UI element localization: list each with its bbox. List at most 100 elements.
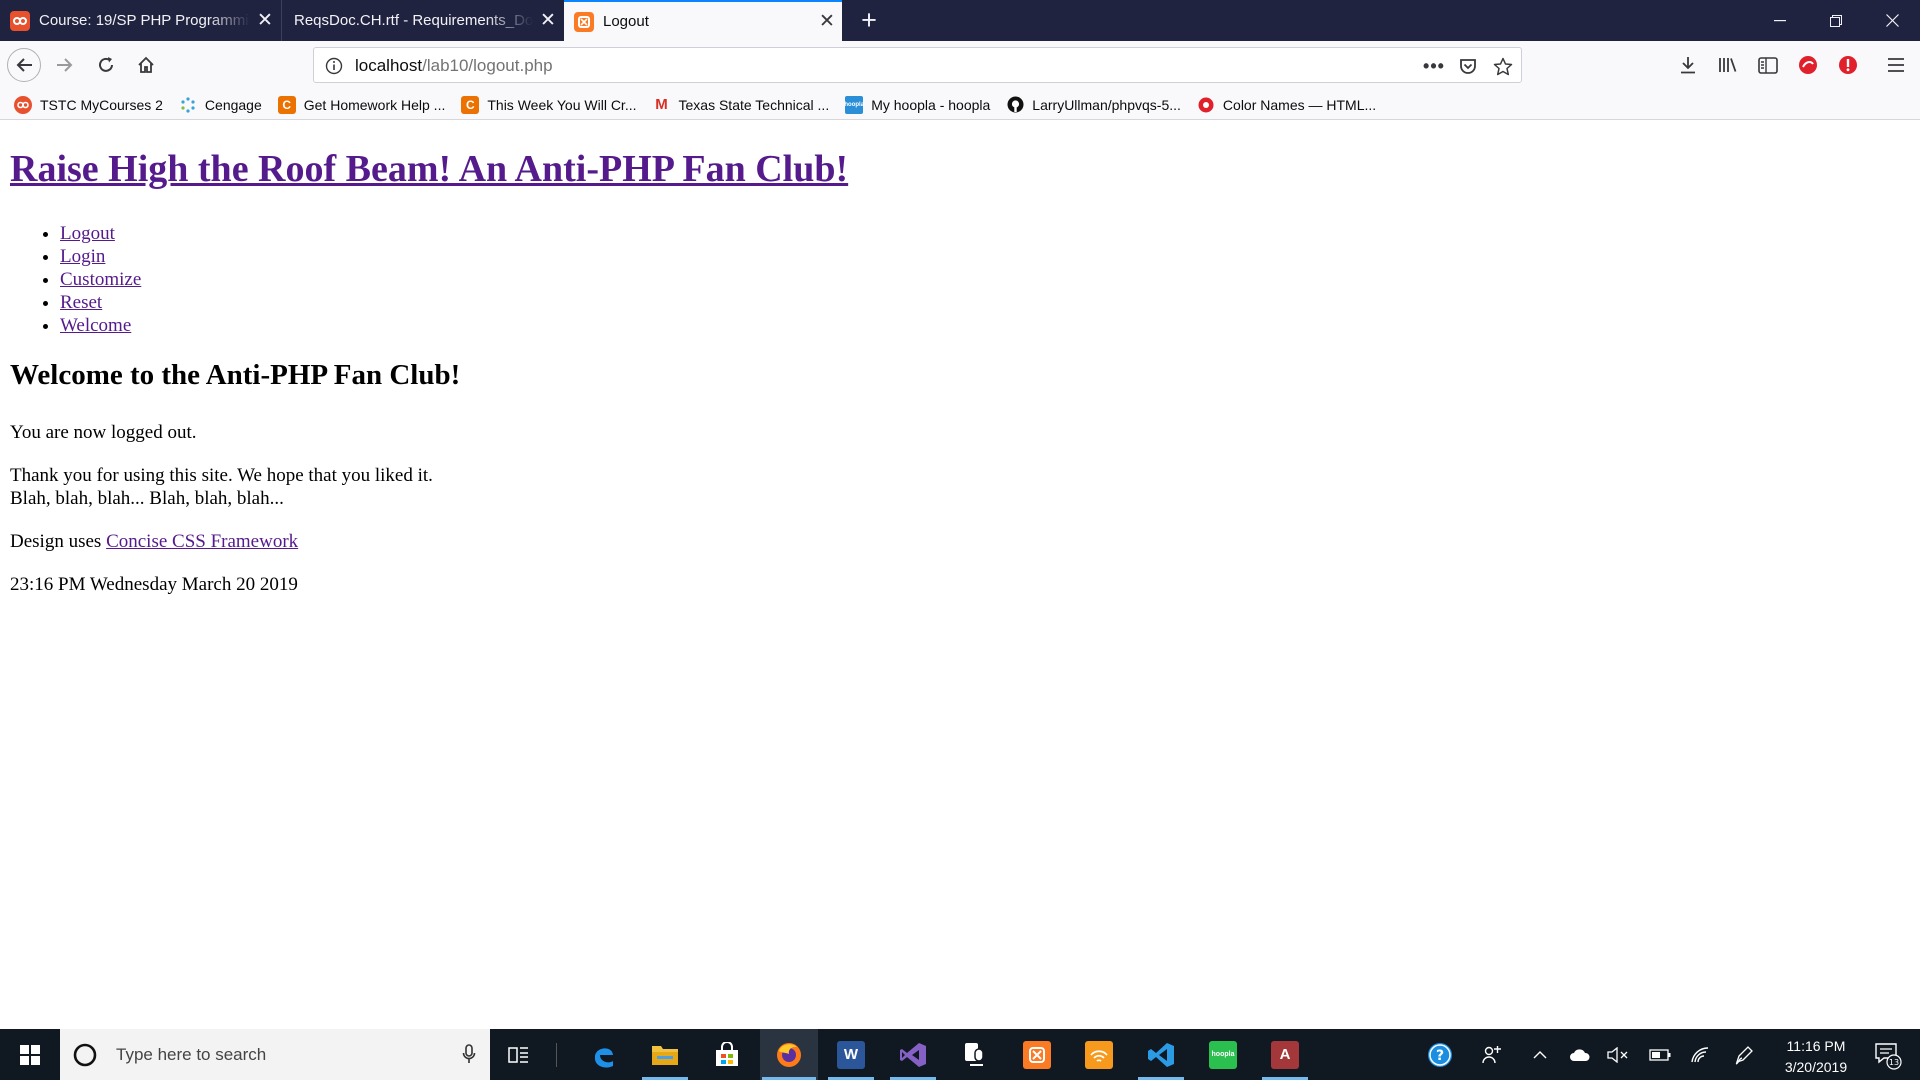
firefox-icon[interactable] — [760, 1029, 818, 1080]
chegg-icon: C — [277, 95, 296, 114]
site-info-icon[interactable] — [321, 53, 347, 79]
bookmark-gmail[interactable]: M Texas State Technical ... — [653, 96, 829, 114]
color-names-icon — [1197, 96, 1215, 114]
people-icon[interactable] — [1474, 1029, 1510, 1080]
task-view-icon[interactable] — [490, 1029, 548, 1080]
restore-icon[interactable] — [1808, 0, 1864, 41]
site-title-link[interactable]: Raise High the Roof Beam! An Anti-PHP Fa… — [10, 147, 848, 191]
menu-icon[interactable] — [1879, 48, 1913, 82]
design-credit-prefix: Design uses — [10, 531, 107, 552]
url-text[interactable]: localhost/lab10/logout.php — [355, 56, 553, 76]
library-icon[interactable] — [1711, 48, 1745, 82]
home-button[interactable] — [129, 48, 163, 82]
forward-button[interactable] — [48, 48, 82, 82]
taskbar-search-input[interactable]: Type here to search — [60, 1029, 490, 1080]
tab-reqsdoc[interactable]: ReqsDoc.CH.rtf - Requirements_Do ✕ — [281, 0, 563, 41]
file-explorer-icon[interactable] — [636, 1029, 694, 1080]
store-icon[interactable] — [698, 1029, 756, 1080]
url-path: /lab10/logout.php — [422, 56, 553, 75]
chevron-up-icon[interactable] — [1522, 1029, 1558, 1080]
bookmark-github[interactable]: LarryUllman/phpvqs-5... — [1006, 96, 1181, 114]
cengage-icon — [179, 96, 197, 114]
close-tab-icon[interactable]: ✕ — [812, 10, 842, 33]
bookmark-hoopla[interactable]: hoopla My hoopla - hoopla — [844, 95, 991, 114]
url-bar[interactable]: localhost/lab10/logout.php ••• — [313, 47, 1522, 83]
nav-item-login: Login — [60, 245, 141, 268]
audible-icon[interactable] — [1070, 1029, 1128, 1080]
bookmark-star-icon[interactable] — [1490, 53, 1516, 79]
pen-icon[interactable] — [1726, 1029, 1762, 1080]
page-content: Raise High the Roof Beam! An Anti-PHP Fa… — [0, 121, 1920, 1029]
nav-item-logout: Logout — [60, 222, 141, 245]
hoopla-icon: hoopla — [844, 95, 864, 114]
timestamp: 23:16 PM Wednesday March 20 2019 — [10, 574, 298, 595]
taskbar-separator — [556, 1043, 557, 1067]
system-clock[interactable]: 11:16 PM 3/20/2019 — [1762, 1036, 1870, 1078]
tab-title: ReqsDoc.CH.rtf - Requirements_Do — [294, 12, 533, 29]
help-icon[interactable]: ? — [1420, 1029, 1460, 1080]
microphone-icon[interactable] — [462, 1044, 476, 1069]
tab-logout[interactable]: Logout ✕ — [564, 0, 842, 41]
bookmark-label: My hoopla - hoopla — [871, 96, 991, 113]
thanks-line-1: Thank you for using this site. We hope t… — [10, 465, 433, 486]
cortana-icon — [72, 1042, 98, 1068]
bookmark-cengage[interactable]: Cengage — [179, 96, 262, 114]
bookmark-chegg-homework[interactable]: C Get Homework Help ... — [277, 95, 445, 114]
clock-date: 3/20/2019 — [1784, 1059, 1848, 1075]
bookmark-label: This Week You Will Cr... — [487, 96, 637, 113]
nav-link-customize[interactable]: Customize — [60, 269, 141, 290]
nav-item-welcome: Welcome — [60, 314, 141, 337]
search-placeholder: Type here to search — [116, 1044, 267, 1064]
downloads-icon[interactable] — [1671, 48, 1705, 82]
page-heading: Welcome to the Anti-PHP Fan Club! — [10, 359, 461, 391]
chegg-icon: C — [461, 95, 480, 114]
battery-icon[interactable] — [1642, 1029, 1678, 1080]
bookmark-chegg-week[interactable]: C This Week You Will Cr... — [461, 95, 637, 114]
windows-start-icon[interactable] — [0, 1029, 60, 1080]
tstc-icon — [14, 95, 32, 114]
extension-red-icon[interactable] — [1791, 48, 1825, 82]
access-icon[interactable]: A — [1256, 1029, 1314, 1080]
page-actions-icon[interactable]: ••• — [1421, 53, 1447, 79]
svg-text:?: ? — [1436, 1048, 1444, 1064]
concise-css-link[interactable]: Concise CSS Framework — [106, 531, 298, 552]
speech-app-icon[interactable] — [946, 1029, 1004, 1080]
new-tab-icon[interactable]: + — [852, 2, 886, 38]
clock-time: 11:16 PM — [1786, 1038, 1846, 1054]
onedrive-icon[interactable] — [1562, 1029, 1598, 1080]
github-icon — [1006, 96, 1024, 114]
reload-button[interactable] — [89, 48, 123, 82]
sidebar-icon[interactable] — [1751, 48, 1785, 82]
action-center-icon[interactable]: 13 — [1864, 1029, 1912, 1080]
edge-icon[interactable] — [575, 1029, 633, 1080]
pocket-icon[interactable] — [1455, 53, 1481, 79]
nav-link-login[interactable]: Login — [60, 246, 105, 267]
tab-course[interactable]: Course: 19/SP PHP Programmin ✕ — [0, 0, 280, 41]
course-icon — [10, 10, 30, 31]
volume-muted-icon[interactable] — [1600, 1029, 1636, 1080]
nav-link-logout[interactable]: Logout — [60, 223, 115, 244]
vscode-icon[interactable] — [1132, 1029, 1190, 1080]
close-window-icon[interactable] — [1864, 0, 1920, 41]
bookmark-label: Cengage — [204, 96, 262, 113]
hoopla-app-icon[interactable]: hoopla — [1194, 1029, 1252, 1080]
bookmark-tstc[interactable]: TSTC MyCourses 2 — [14, 95, 163, 114]
bookmark-label: Color Names — HTML... — [1222, 96, 1377, 113]
nav-link-welcome[interactable]: Welcome — [60, 315, 131, 336]
visual-studio-icon[interactable] — [884, 1029, 942, 1080]
back-button[interactable] — [7, 48, 41, 82]
extension-pin-icon[interactable] — [1831, 48, 1865, 82]
close-tab-icon[interactable]: ✕ — [533, 9, 563, 32]
nav-link-reset[interactable]: Reset — [60, 292, 102, 313]
minimize-icon[interactable] — [1752, 0, 1808, 41]
xampp-taskbar-icon[interactable] — [1008, 1029, 1066, 1080]
logged-out-message: You are now logged out. — [10, 422, 197, 443]
word-icon[interactable]: W — [822, 1029, 880, 1080]
xampp-icon — [574, 11, 594, 32]
url-host: localhost — [355, 56, 423, 75]
wifi-icon[interactable] — [1682, 1029, 1718, 1080]
nav-item-customize: Customize — [60, 268, 141, 291]
nav-item-reset: Reset — [60, 291, 141, 314]
bookmark-color-names[interactable]: Color Names — HTML... — [1197, 96, 1376, 114]
close-tab-icon[interactable]: ✕ — [250, 9, 280, 32]
